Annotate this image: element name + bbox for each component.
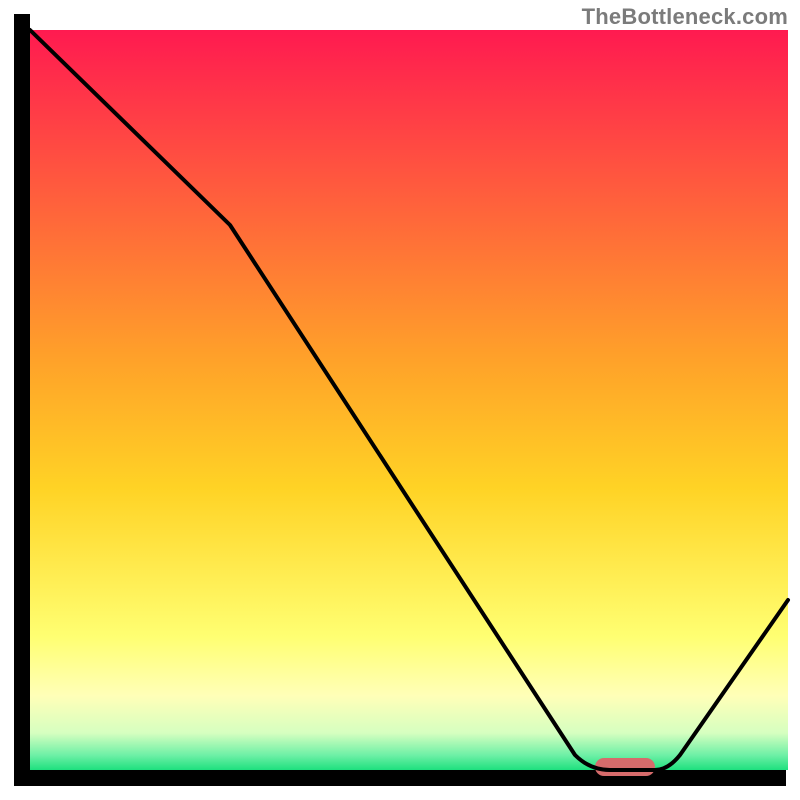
y-axis: [14, 14, 30, 786]
chart-frame: { "watermark": "TheBottleneck.com", "cha…: [0, 0, 800, 800]
watermark: TheBottleneck.com: [582, 4, 788, 30]
optimal-marker: [595, 758, 655, 776]
bottleneck-chart: [0, 0, 800, 800]
x-axis: [14, 770, 786, 786]
